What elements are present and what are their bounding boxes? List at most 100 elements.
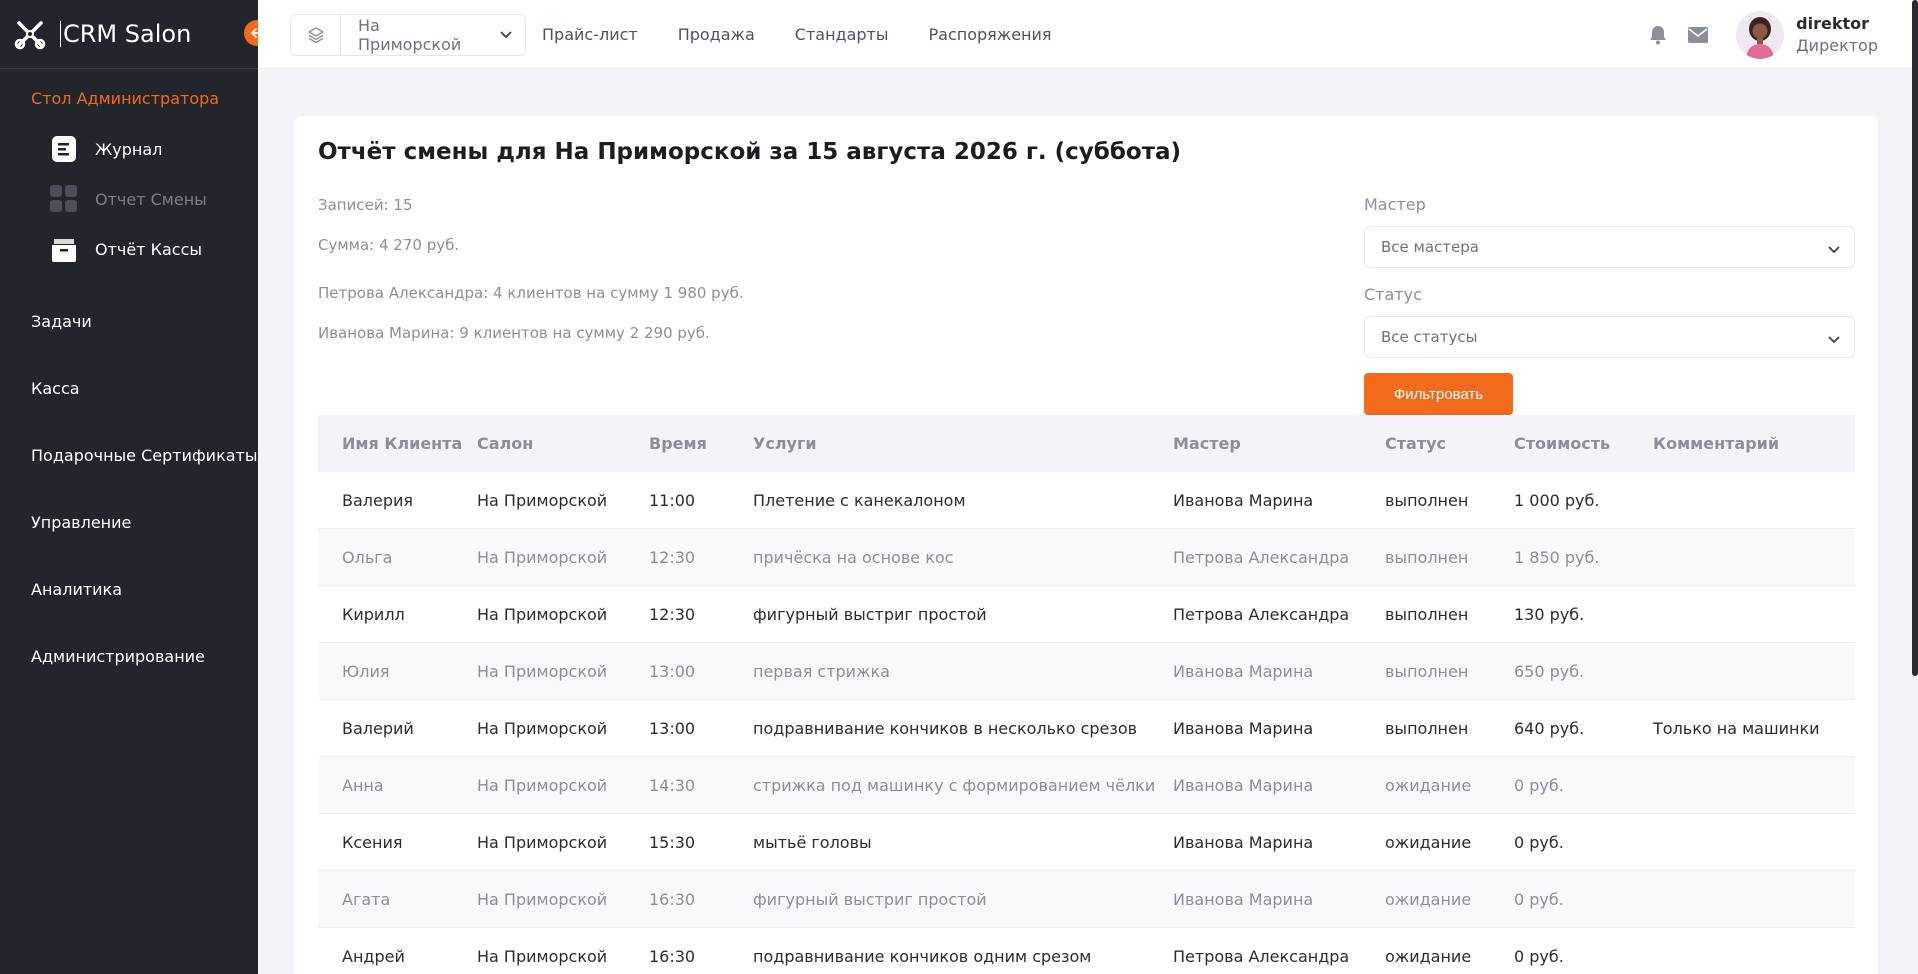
top-nav: Прайс-лист Продажа Стандарты Распоряжени… bbox=[542, 0, 1092, 69]
cell-status: ожидание bbox=[1385, 946, 1472, 966]
cell-cost: 1 850 руб. bbox=[1514, 547, 1600, 567]
page-title: Отчёт смены для На Приморской за 15 авгу… bbox=[318, 139, 1182, 165]
nav-link-sale[interactable]: Продажа bbox=[678, 25, 755, 44]
app-name[interactable]: CRM Salon bbox=[60, 21, 191, 47]
cell-master: Иванова Марина bbox=[1173, 661, 1314, 681]
brand: CRM Salon bbox=[0, 0, 270, 69]
cell-status: ожидание bbox=[1385, 832, 1472, 852]
branch-selector[interactable]: На Приморской bbox=[290, 14, 526, 56]
cell-time: 11:00 bbox=[649, 490, 696, 510]
cell-salon: На Приморской bbox=[477, 718, 608, 738]
sidebar-section-admin-desk[interactable]: Стол Администратора bbox=[0, 69, 258, 124]
sidebar-item-cash-report[interactable]: Отчёт Кассы bbox=[0, 224, 258, 274]
cash-register-icon bbox=[50, 235, 78, 263]
cell-master: Иванова Марина bbox=[1173, 718, 1314, 738]
cell-master: Иванова Марина bbox=[1173, 832, 1314, 852]
table-row[interactable]: Андрей На Приморской 16:30 подравнивание ко… bbox=[318, 928, 1855, 974]
chevron-down-icon bbox=[1828, 330, 1840, 348]
cell-client-name: Юлия bbox=[342, 661, 390, 681]
cell-salon: На Приморской bbox=[477, 775, 608, 795]
cell-cost: 0 руб. bbox=[1514, 889, 1564, 909]
cell-services: фигурный выстриг простой bbox=[753, 604, 987, 624]
status-filter-select[interactable]: Все статусы bbox=[1364, 316, 1855, 358]
filter-button[interactable]: Фильтровать bbox=[1364, 373, 1513, 415]
shift-report-card: Отчёт смены для На Приморской за 15 авгу… bbox=[294, 116, 1878, 974]
sidebar-item-cash[interactable]: Касса bbox=[0, 355, 258, 422]
nav-link-price-list[interactable]: Прайс-лист bbox=[542, 25, 638, 44]
column-header[interactable]: Мастер bbox=[1173, 434, 1385, 453]
bell-icon[interactable] bbox=[1646, 23, 1670, 47]
cell-time: 14:30 bbox=[649, 775, 696, 795]
cell-time: 13:00 bbox=[649, 718, 696, 738]
cell-cost: 130 руб. bbox=[1514, 604, 1585, 624]
cell-cost: 640 руб. bbox=[1514, 718, 1585, 738]
table-body: Валерия На Приморской 11:00 Плетение с кане… bbox=[318, 472, 1855, 974]
column-header[interactable]: Статус bbox=[1385, 434, 1514, 453]
nav-link-standards[interactable]: Стандарты bbox=[795, 25, 889, 44]
master-filter-select[interactable]: Все мастера bbox=[1364, 226, 1855, 268]
logo-icon[interactable] bbox=[14, 18, 46, 50]
column-header[interactable]: Услуги bbox=[753, 434, 1173, 453]
master-filter-label: Мастер bbox=[1364, 195, 1426, 214]
sidebar-item-administration[interactable]: Администрирование bbox=[0, 623, 258, 690]
records-count: Записей: 15 bbox=[318, 196, 413, 214]
user-login: direktor bbox=[1796, 14, 1870, 33]
cell-salon: На Приморской bbox=[477, 946, 608, 966]
table-row[interactable]: Валерий На Приморской 13:00 подравнивание к… bbox=[318, 700, 1855, 757]
cell-master: Иванова Марина bbox=[1173, 889, 1314, 909]
mail-icon[interactable] bbox=[1686, 23, 1710, 47]
cell-time: 12:30 bbox=[649, 604, 696, 624]
sidebar: CRM Salon Стол Администратора Журнал Отч… bbox=[0, 0, 270, 974]
sidebar-item-management[interactable]: Управление bbox=[0, 489, 258, 556]
table-row[interactable]: Агата На Приморской 16:30 фигурный выстриг … bbox=[318, 871, 1855, 928]
column-header[interactable]: Салон bbox=[477, 434, 649, 453]
topbar: На Приморской Прайс-лист Продажа Стандар… bbox=[258, 0, 1918, 69]
cell-salon: На Приморской bbox=[477, 604, 608, 624]
cell-salon: На Приморской bbox=[477, 547, 608, 567]
cell-master: Петрова Александра bbox=[1173, 604, 1350, 624]
cell-cost: 0 руб. bbox=[1514, 775, 1564, 795]
layers-icon[interactable] bbox=[291, 15, 341, 55]
sidebar-item-journal[interactable]: Журнал bbox=[0, 124, 258, 174]
cell-services: стрижка под машинку с формированием чёлк… bbox=[753, 775, 1156, 795]
cell-salon: На Приморской bbox=[477, 832, 608, 852]
cell-services: подравнивание кончиков одним срезом bbox=[753, 946, 1092, 966]
table-row[interactable]: Кирилл На Приморской 12:30 фигурный выстриг… bbox=[318, 586, 1855, 643]
user-role: Директор bbox=[1796, 36, 1878, 55]
cell-time: 16:30 bbox=[649, 946, 696, 966]
cell-cost: 0 руб. bbox=[1514, 946, 1564, 966]
sidebar-item-gift-certificates[interactable]: Подарочные Сертификаты bbox=[0, 422, 258, 489]
column-header[interactable]: Время bbox=[649, 434, 753, 453]
cell-cost: 0 руб. bbox=[1514, 832, 1564, 852]
table-row[interactable]: Ксения На Приморской 15:30 мытьё головы Иван… bbox=[318, 814, 1855, 871]
chevron-down-icon bbox=[487, 31, 525, 39]
sidebar-item-analytics[interactable]: Аналитика bbox=[0, 556, 258, 623]
nav-link-orders[interactable]: Распоряжения bbox=[929, 25, 1052, 44]
cell-salon: На Приморской bbox=[477, 889, 608, 909]
table-row[interactable]: Ольга На Приморской 12:30 причёска на основ… bbox=[318, 529, 1855, 586]
column-header[interactable]: Стоимость bbox=[1514, 434, 1653, 453]
cell-cost: 650 руб. bbox=[1514, 661, 1585, 681]
cell-services: мытьё головы bbox=[753, 832, 872, 852]
cell-salon: На Приморской bbox=[477, 490, 608, 510]
status-filter-value: Все статусы bbox=[1381, 328, 1478, 346]
column-header[interactable]: Имя Клиента bbox=[318, 434, 477, 453]
user-info[interactable]: direktor Директор bbox=[1796, 14, 1878, 55]
cell-services: фигурный выстриг простой bbox=[753, 889, 987, 909]
sidebar-item-shift-report[interactable]: Отчет Смены bbox=[0, 174, 258, 224]
master-filter-value: Все мастера bbox=[1381, 238, 1479, 256]
table-row[interactable]: Анна На Приморской 14:30 стрижка под машинк… bbox=[318, 757, 1855, 814]
avatar[interactable] bbox=[1736, 10, 1785, 59]
column-header[interactable]: Комментарий bbox=[1653, 434, 1853, 453]
sidebar-item-label: Отчет Смены bbox=[95, 189, 207, 209]
cell-status: выполнен bbox=[1385, 490, 1469, 510]
table-row[interactable]: Юлия На Приморской 13:00 первая стрижка Иван… bbox=[318, 643, 1855, 700]
page-scrollbar[interactable] bbox=[1912, 0, 1918, 676]
cell-master: Петрова Александра bbox=[1173, 547, 1350, 567]
table-row[interactable]: Валерия На Приморской 11:00 Плетение с кане… bbox=[318, 472, 1855, 529]
cell-services: причёска на основе кос bbox=[753, 547, 954, 567]
cell-services: подравнивание кончиков в несколько срезо… bbox=[753, 718, 1138, 738]
cell-status: выполнен bbox=[1385, 604, 1469, 624]
sidebar-item-tasks[interactable]: Задачи bbox=[0, 288, 258, 355]
cell-client-name: Андрей bbox=[342, 946, 405, 966]
